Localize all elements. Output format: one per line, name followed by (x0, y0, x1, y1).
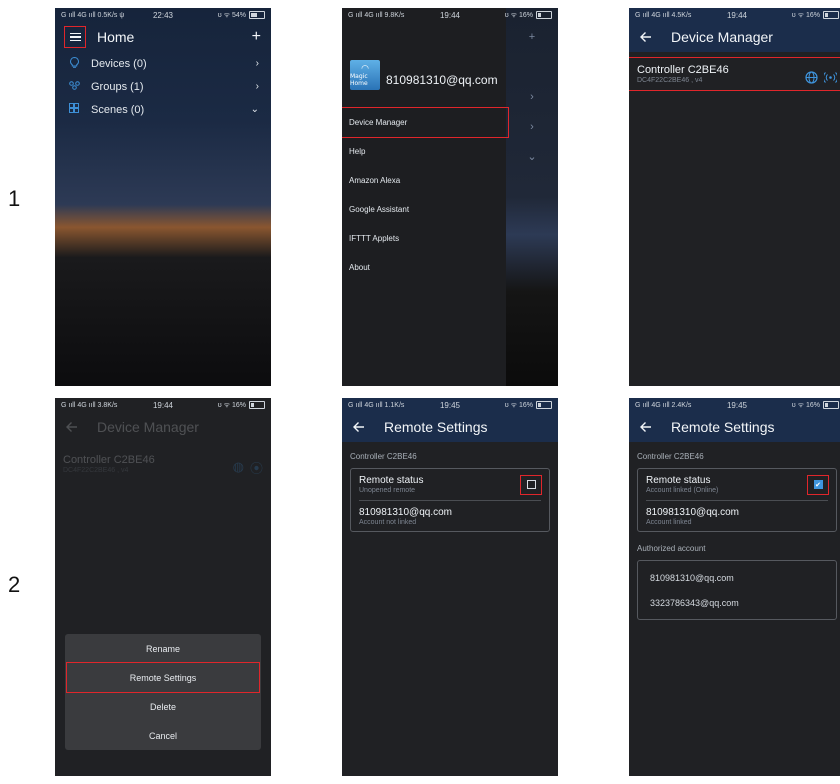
controller-caption: Controller C2BE46 (637, 452, 704, 461)
menu-item-amazon-alexa[interactable]: Amazon Alexa (342, 166, 506, 195)
controller-caption: Controller C2BE46 (350, 452, 417, 461)
cancel-button[interactable]: Cancel (65, 721, 261, 750)
list-item-devices[interactable]: Devices (0) › (55, 52, 271, 75)
signal-icon (824, 71, 837, 83)
phone-drawer-screen: + › › ⌄ G ııll 4G ııll 9.8K/s 19:44 ʊ ᯤ … (342, 8, 558, 386)
top-bar: Device Manager (629, 22, 840, 52)
battery-icon (823, 11, 839, 19)
account-row: 810981310@qq.com Account linked (646, 500, 828, 531)
phone-remote-settings-off: G ııll 4G ııll 1.1K/s 19:45 ʊ ᯤ 16% Remo… (342, 398, 558, 776)
status-bar: G ııll 4G ııll 9.8K/s 19:44 ʊ ᯤ 16% (342, 8, 558, 22)
back-arrow-icon[interactable] (639, 30, 653, 44)
back-arrow-icon[interactable] (352, 420, 366, 434)
remote-status-row: Remote status Account linked (Online) ✔ (646, 469, 829, 500)
list-item-groups[interactable]: Groups (1) › (55, 75, 271, 98)
controller-list-item[interactable]: Controller C2BE46 DC4F22C2BE46 , v4 (629, 57, 840, 91)
groups-icon (67, 80, 81, 93)
menu-item-device-manager[interactable]: Device Manager (342, 107, 509, 138)
menu-item-help[interactable]: Help (342, 137, 506, 166)
page-title: Device Manager (671, 29, 773, 45)
row-label-1: 1 (8, 186, 21, 211)
controller-list-item: Controller C2BE46 DC4F22C2BE46 , v4 ◍ ⦿ (63, 454, 263, 476)
battery-icon (823, 401, 839, 409)
navigation-drawer: G ııll 4G ııll 9.8K/s 19:44 ʊ ᯤ 16% ◠ Ma… (342, 8, 552, 386)
top-bar: Remote Settings (629, 412, 840, 442)
battery-icon (536, 11, 552, 19)
chevron-right-icon: › (255, 58, 259, 69)
status-bar: G ııll 4G ııll 4.5K/s 19:44 ʊ ᯤ 16% (629, 8, 840, 22)
page-title: Home (97, 29, 135, 45)
background-list-hints: + › › ⌄ (527, 31, 537, 163)
account-row: 810981310@qq.com Account not linked (359, 500, 541, 531)
phone-action-sheet-screen: G ııll 4G ııll 3.8K/s 19:44 ʊ ᯤ 16% Devi… (55, 398, 271, 776)
menu-item-about[interactable]: About (342, 253, 506, 282)
chevron-right-icon: › (255, 81, 259, 92)
authorized-account-item[interactable]: 3323786343@qq.com (646, 590, 828, 615)
row-label-2: 2 (8, 572, 21, 597)
bulb-icon (67, 56, 81, 71)
phone-device-manager-screen: G ııll 4G ııll 4.5K/s 19:44 ʊ ᯤ 16% Devi… (629, 8, 840, 386)
delete-button[interactable]: Delete (65, 692, 261, 721)
action-sheet: Rename Remote Settings Delete Cancel (65, 634, 261, 750)
top-bar: Device Manager (55, 412, 271, 442)
status-bar: G ııll 4G ııll 1.1K/s 19:45 ʊ ᯤ 16% (342, 398, 558, 412)
status-bar: G ııll 4G ııll 0.5K/s ψ 22:43 ʊ ᯤ 54% (55, 8, 271, 22)
list-item-scenes[interactable]: Scenes (0) ⌄ (55, 98, 271, 121)
magic-home-logo: ◠ Magic Home (350, 60, 380, 90)
remote-status-row: Remote status Unopened remote (359, 469, 542, 500)
check-icon: ✔ (815, 481, 821, 489)
battery-icon (249, 11, 265, 19)
remote-settings-card: Remote status Unopened remote 810981310@… (350, 468, 550, 532)
drawer-header: ◠ Magic Home 810981310@qq.com (342, 22, 506, 100)
authorized-account-item[interactable]: 810981310@qq.com (646, 565, 828, 590)
add-icon[interactable]: + (252, 28, 261, 46)
status-bar: G ııll 4G ııll 2.4K/s 19:45 ʊ ᯤ 16% (629, 398, 840, 412)
home-top-bar: Home + (55, 22, 271, 52)
chevron-down-icon: ⌄ (250, 104, 259, 115)
battery-icon (536, 401, 552, 409)
page-title: Remote Settings (384, 419, 488, 435)
menu-item-ifttt-applets[interactable]: IFTTT Applets (342, 224, 506, 253)
signal-icon: ⦿ (249, 460, 263, 476)
account-email: 810981310@qq.com (386, 73, 498, 87)
phone-home-screen: G ııll 4G ııll 0.5K/s ψ 22:43 ʊ ᯤ 54% Ho… (55, 8, 271, 386)
page-title: Remote Settings (671, 419, 775, 435)
authorized-accounts-card: 810981310@qq.com 3323786343@qq.com (637, 560, 837, 620)
remote-settings-button[interactable]: Remote Settings (66, 662, 260, 693)
globe-icon: ◍ (232, 459, 244, 474)
globe-icon (805, 70, 818, 84)
back-arrow-icon (66, 422, 77, 432)
status-bar: G ııll 4G ııll 3.8K/s 19:44 ʊ ᯤ 16% (55, 398, 271, 412)
top-bar: Remote Settings (342, 412, 558, 442)
rename-button[interactable]: Rename (65, 634, 261, 663)
remote-status-checkbox-checked[interactable]: ✔ (813, 480, 823, 489)
authorized-caption: Authorized account (637, 544, 706, 553)
remote-settings-card: Remote status Account linked (Online) ✔ … (637, 468, 837, 532)
scenes-icon (67, 103, 81, 116)
battery-icon (249, 401, 265, 409)
wifi-icon: ◠ (361, 62, 369, 73)
remote-status-checkbox[interactable] (526, 480, 536, 489)
back-arrow-icon[interactable] (639, 420, 653, 434)
page-title: Device Manager (97, 419, 199, 435)
menu-icon[interactable] (64, 26, 86, 48)
menu-item-google-assistant[interactable]: Google Assistant (342, 195, 506, 224)
phone-remote-settings-on: G ııll 4G ııll 2.4K/s 19:45 ʊ ᯤ 16% Remo… (629, 398, 840, 776)
